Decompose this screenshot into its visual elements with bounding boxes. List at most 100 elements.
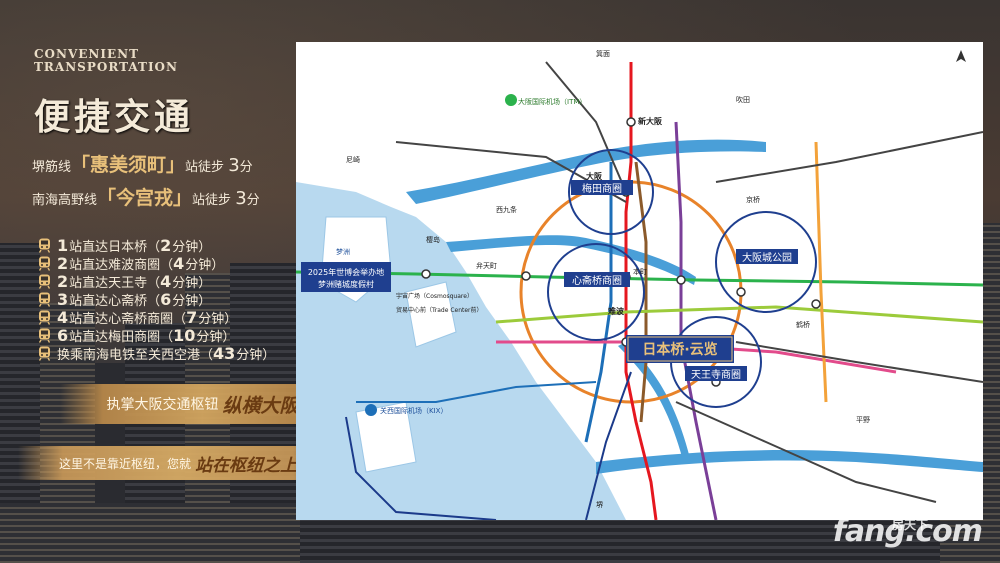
- station-item: 4 站直达心斋桥商圈（ 7 分钟）: [38, 307, 304, 327]
- minute-unit: 分: [246, 193, 260, 208]
- line-row-sakaisuji: 堺筋线「惠美须町」站徒步 3分: [32, 150, 304, 177]
- nipponbashi-project-label: 日本桥·云览: [642, 341, 717, 358]
- slogan-banner-2: 这里不是靠近枢纽，您就 站在枢纽之上: [18, 446, 338, 480]
- travel-time: 43: [213, 343, 236, 363]
- station-label: 吹田: [736, 95, 750, 104]
- station-label: 新大阪: [638, 116, 663, 126]
- station-list: 1 站直达日本桥（ 2 分钟） 2 站直达难波商圈（ 4 分钟） 2 站直达天王寺（ 4 分钟） …: [38, 235, 304, 363]
- travel-time: 2: [160, 235, 172, 255]
- slogan-text: 这里不是靠近枢纽，您就: [58, 456, 191, 471]
- station-label: 本町: [633, 267, 647, 276]
- walk-label: 站徒步: [185, 160, 225, 175]
- line-name: 南海高野线: [32, 193, 98, 208]
- station-item: 2 站直达天王寺（ 4 分钟）: [38, 271, 304, 291]
- airport-icon: [505, 94, 517, 106]
- station-label: 梦洲: [336, 248, 350, 256]
- time-unit: 分钟）: [196, 329, 236, 345]
- kix-airport-label: 关西国际机场（KIX）: [380, 406, 447, 415]
- station-label: 弁天町: [476, 261, 497, 270]
- station-label: 西九条: [496, 205, 517, 214]
- station-item: 换乘南海电铁至关西空港（ 43 分钟）: [38, 343, 304, 363]
- station-label: 京桥: [746, 195, 760, 204]
- watermark-sub: 房天下: [891, 518, 928, 532]
- tennoji-label: 天王寺商圈: [691, 368, 741, 381]
- station-text: 站直达梅田商圈（: [69, 329, 174, 345]
- english-title: CONVENIENT TRANSPORTATION: [34, 48, 304, 74]
- walk-label: 站徒步: [192, 193, 232, 208]
- station-label: 平野: [856, 416, 870, 424]
- airport-icon: [365, 404, 377, 416]
- station-marker: [626, 117, 636, 127]
- shinsaibashi-circle: [547, 243, 645, 341]
- line-name: 堺筋线: [32, 160, 72, 175]
- slogan-emphasis: 站在枢纽之上: [195, 455, 297, 476]
- minute-unit: 分: [239, 160, 253, 175]
- travel-time: 6: [160, 289, 172, 309]
- rail-map-svg: 梅田商圈 心斋桥商圈 大阪城公园 天王寺商圈 日本桥·云览 2025年世博会举办…: [296, 49, 983, 520]
- time-unit: 分钟）: [236, 347, 276, 363]
- osaka-castle-label: 大阪城公园: [742, 251, 792, 264]
- stop-count: 2: [57, 271, 69, 291]
- time-unit: 分钟）: [172, 239, 212, 255]
- station-text: 站直达心斋桥商圈（: [69, 311, 187, 327]
- walk-minutes: 3: [235, 188, 247, 209]
- station-name: 「惠美须町」: [71, 154, 186, 176]
- expo-label-2: 梦洲赌城度假村: [318, 279, 374, 289]
- station-item: 2 站直达难波商圈（ 4 分钟）: [38, 253, 304, 273]
- station-name: 「今宫戎」: [97, 187, 193, 209]
- time-unit: 分钟）: [172, 275, 212, 291]
- station-label: 难波: [607, 306, 625, 316]
- train-icon: [38, 256, 51, 271]
- stop-count: 1: [57, 235, 69, 255]
- station-marker: [811, 299, 821, 309]
- travel-time: 4: [160, 271, 172, 291]
- midosuji-line: [624, 62, 658, 520]
- time-unit: 分钟）: [172, 293, 212, 309]
- umeda-label: 梅田商圈: [582, 182, 622, 195]
- osaka-rail-map: 梅田商圈 心斋桥商圈 大阪城公园 天王寺商圈 日本桥·云览 2025年世博会举办…: [296, 42, 983, 520]
- station-label: 堺: [596, 500, 603, 509]
- train-icon: [38, 346, 51, 361]
- train-icon: [38, 274, 51, 289]
- private-railway: [715, 131, 983, 183]
- station-text: 站直达心斋桥（: [69, 293, 161, 309]
- imazatosuji-line: [814, 141, 828, 403]
- train-icon: [38, 328, 51, 343]
- shinsaibashi-label: 心斋桥商圈: [572, 274, 622, 287]
- travel-time: 4: [173, 253, 185, 273]
- time-unit: 分钟）: [198, 311, 238, 327]
- station-marker: [421, 269, 431, 279]
- station-label: 鹤桥: [796, 320, 810, 329]
- station-marker: [521, 271, 531, 281]
- line-row-nankai: 南海高野线「今宫戎」站徒步 3分: [32, 183, 304, 210]
- station-text: 换乘南海电铁至关西空港（: [57, 347, 214, 363]
- nearby-lines: 堺筋线「惠美须町」站徒步 3分 南海高野线「今宫戎」站徒步 3分: [32, 150, 304, 210]
- stop-count: 3: [57, 289, 69, 309]
- slogan-emphasis: 纵横大阪: [222, 394, 299, 417]
- travel-time: 7: [186, 307, 198, 327]
- transport-info-panel: CONVENIENT TRANSPORTATION 便捷交通 堺筋线「惠美须町」…: [32, 48, 304, 363]
- station-text: 站直达天王寺（: [69, 275, 161, 291]
- train-icon: [38, 238, 51, 253]
- expo-label: 2025年世博会举办地: [308, 267, 384, 277]
- private-railway: [735, 341, 983, 383]
- time-unit: 分钟）: [185, 257, 225, 273]
- chinese-title: 便捷交通: [34, 97, 195, 138]
- station-item: 6 站直达梅田商圈（ 10 分钟）: [38, 325, 304, 345]
- yamato-river-water: [596, 450, 983, 474]
- stop-count: 2: [57, 253, 69, 273]
- train-icon: [38, 292, 51, 307]
- walk-minutes: 3: [228, 155, 240, 176]
- itami-airport-label: 大阪国际机场（ITM）: [518, 97, 586, 106]
- station-marker: [676, 275, 686, 285]
- station-text: 站直达日本桥（: [69, 239, 161, 255]
- station-item: 1 站直达日本桥（ 2 分钟）: [38, 235, 304, 255]
- stop-count: 6: [57, 325, 69, 345]
- slogan-text: 执掌大阪交通枢钮: [106, 397, 219, 413]
- english-title-line2: TRANSPORTATION: [34, 60, 178, 74]
- train-icon: [38, 310, 51, 325]
- stop-count: 4: [57, 307, 69, 327]
- station-label: 宇宙广场（Cosmosquare）: [396, 292, 473, 300]
- station-marker: [736, 287, 746, 297]
- station-label: 樱岛: [426, 235, 440, 244]
